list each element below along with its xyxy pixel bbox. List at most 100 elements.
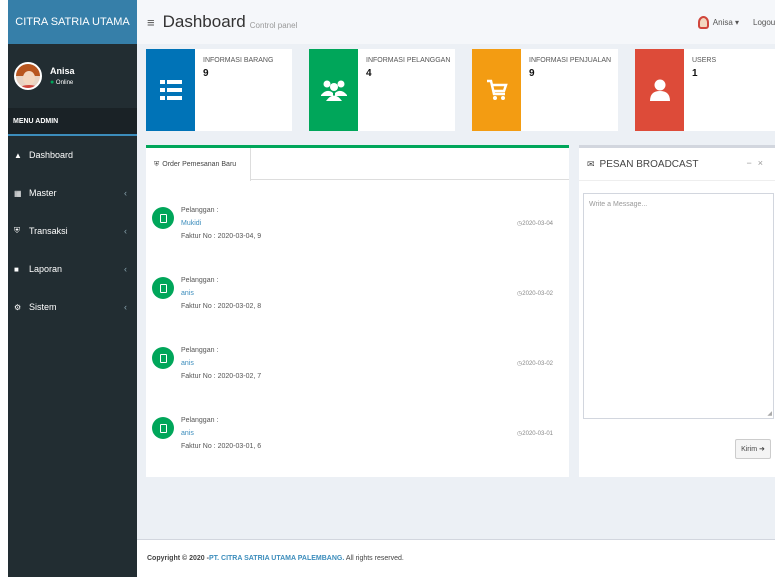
chevron-left-icon: ‹ (124, 188, 127, 198)
order-customer-label: Pelanggan : (181, 277, 219, 284)
sidebar-item-label: Transaksi (29, 226, 68, 236)
order-customer-name[interactable]: anis (181, 430, 194, 437)
footer-company-link[interactable]: PT. CITRA SATRIA UTAMA PALEMBANG. (209, 555, 344, 562)
broadcast-title: PESAN BROADCAST (599, 158, 699, 170)
sidebar: CITRA SATRIA UTAMA Anisa ● Online MENU A… (8, 0, 137, 577)
dashboard-icon: ▲ (14, 150, 22, 160)
user-icon (635, 49, 684, 131)
info-box-value: 9 (529, 68, 535, 79)
footer: Copyright © 2020 - PT. CITRA SATRIA UTAM… (137, 539, 775, 577)
user-avatar-icon[interactable] (697, 15, 709, 29)
envelope-icon: ✉ (587, 158, 595, 169)
users-icon (309, 49, 358, 131)
order-faktur: Faktur No : 2020-03-04, 9 (181, 233, 262, 240)
menu-header: MENU ADMIN (8, 108, 137, 136)
order-panel: ⛨ Order Pemesanan Baru Pelanggan : Mukid… (146, 145, 569, 477)
order-date-text: 2020-03-02 (522, 291, 553, 297)
order-date: ◷2020-03-02 (517, 360, 553, 367)
info-box-pelanggan[interactable]: INFORMASI PELANGGAN 4 (309, 49, 455, 131)
invoice-icon (152, 417, 174, 439)
resize-handle-icon[interactable]: ◢ (767, 410, 772, 417)
order-customer-name[interactable]: anis (181, 290, 194, 297)
close-icon[interactable]: × (758, 158, 769, 168)
footer-copyright: Copyright © 2020 - (147, 555, 209, 562)
order-date-text: 2020-03-01 (522, 431, 553, 437)
tab-order-pemesanan[interactable]: ⛨ Order Pemesanan Baru (146, 148, 251, 181)
info-box-users[interactable]: USERS 1 (635, 49, 775, 131)
tab-bar: ⛨ Order Pemesanan Baru (146, 148, 569, 181)
broadcast-header: ✉ PESAN BROADCAST −× (579, 148, 775, 181)
book-icon: ■ (14, 264, 19, 274)
sidebar-item-laporan[interactable]: ■ Laporan ‹ (8, 250, 137, 288)
top-header: ≡ Dashboard Control panel Anisa ▾ Logout (137, 0, 775, 44)
invoice-icon (152, 207, 174, 229)
order-faktur: Faktur No : 2020-03-01, 6 (181, 443, 262, 450)
send-button[interactable]: Kirim ➜ (735, 439, 771, 459)
chevron-left-icon: ‹ (124, 264, 127, 274)
order-faktur: Faktur No : 2020-03-02, 8 (181, 303, 262, 310)
user-name: Anisa (50, 66, 75, 76)
message-placeholder: Write a Message... (589, 201, 648, 208)
invoice-icon (152, 347, 174, 369)
brand-logo[interactable]: CITRA SATRIA UTAMA (8, 0, 137, 44)
page-subtitle: Control panel (249, 20, 298, 30)
order-customer-name[interactable]: anis (181, 360, 194, 367)
list-item: Pelanggan : anis Faktur No : 2020-03-02,… (152, 347, 562, 407)
info-box-title: USERS (692, 57, 717, 64)
gear-icon: ⚙ (14, 302, 22, 312)
info-box-value: 9 (203, 68, 209, 79)
order-date-text: 2020-03-02 (522, 361, 553, 367)
order-date: ◷2020-03-04 (517, 220, 553, 227)
order-date: ◷2020-03-01 (517, 430, 553, 437)
sidebar-item-label: Sistem (29, 302, 57, 312)
invoice-icon (152, 277, 174, 299)
footer-rights: All rights reserved. (344, 555, 404, 562)
main-content: INFORMASI BARANG 9 INFORMASI PELANGGAN 4… (137, 44, 775, 577)
broadcast-message-input[interactable]: Write a Message... ◢ (583, 193, 774, 419)
user-panel: Anisa ● Online (8, 44, 137, 108)
send-label: Kirim (741, 445, 758, 453)
list-icon (146, 49, 195, 131)
sidebar-item-label: Master (29, 188, 57, 198)
list-item: Pelanggan : anis Faktur No : 2020-03-01,… (152, 417, 562, 477)
box-tools: −× (746, 158, 769, 168)
header-user-area: Anisa ▾ Logout (697, 0, 775, 44)
sidebar-item-sistem[interactable]: ⚙ Sistem ‹ (8, 288, 137, 326)
collapse-icon[interactable]: − (746, 158, 757, 168)
list-item: Pelanggan : Mukidi Faktur No : 2020-03-0… (152, 207, 562, 267)
info-box-title: INFORMASI BARANG (203, 57, 274, 64)
menu-toggle-icon[interactable]: ≡ (147, 15, 155, 30)
cart-icon (472, 49, 521, 131)
order-customer-label: Pelanggan : (181, 417, 219, 424)
order-date-text: 2020-03-04 (522, 221, 553, 227)
logout-link[interactable]: Logout (753, 18, 775, 27)
user-status-text: Online (55, 80, 74, 86)
order-customer-label: Pelanggan : (181, 347, 219, 354)
info-box-penjualan[interactable]: INFORMASI PENJUALAN 9 (472, 49, 618, 131)
sidebar-menu: ▲ Dashboard ▦ Master ‹ ⛨ Transaksi ‹ ■ L… (8, 136, 137, 326)
user-status: ● Online (50, 79, 75, 86)
info-box-title: INFORMASI PENJUALAN (529, 57, 612, 64)
online-dot-icon: ● (50, 79, 55, 86)
avatar (14, 62, 42, 90)
broadcast-panel: ✉ PESAN BROADCAST −× Write a Message... … (579, 145, 775, 477)
cart-icon: ⛨ (14, 226, 20, 235)
info-box-value: 4 (366, 68, 372, 79)
order-customer-label: Pelanggan : (181, 207, 219, 214)
info-box-barang[interactable]: INFORMASI BARANG 9 (146, 49, 292, 131)
info-box-value: 1 (692, 68, 698, 79)
order-faktur: Faktur No : 2020-03-02, 7 (181, 373, 262, 380)
user-info: Anisa ● Online (50, 66, 75, 86)
page-title: Dashboard (162, 12, 246, 31)
sidebar-item-master[interactable]: ▦ Master ‹ (8, 174, 137, 212)
chevron-left-icon: ‹ (124, 302, 127, 312)
sidebar-item-dashboard[interactable]: ▲ Dashboard (8, 136, 137, 174)
arrow-circle-icon: ➜ (759, 446, 765, 453)
tab-label: Order Pemesanan Baru (162, 161, 237, 168)
sidebar-item-transaksi[interactable]: ⛨ Transaksi ‹ (8, 212, 137, 250)
cart-icon: ⛨ (154, 160, 160, 168)
chevron-left-icon: ‹ (124, 226, 127, 236)
sidebar-item-label: Laporan (29, 264, 63, 274)
user-dropdown[interactable]: Anisa ▾ (713, 18, 739, 27)
order-customer-name[interactable]: Mukidi (181, 220, 201, 227)
